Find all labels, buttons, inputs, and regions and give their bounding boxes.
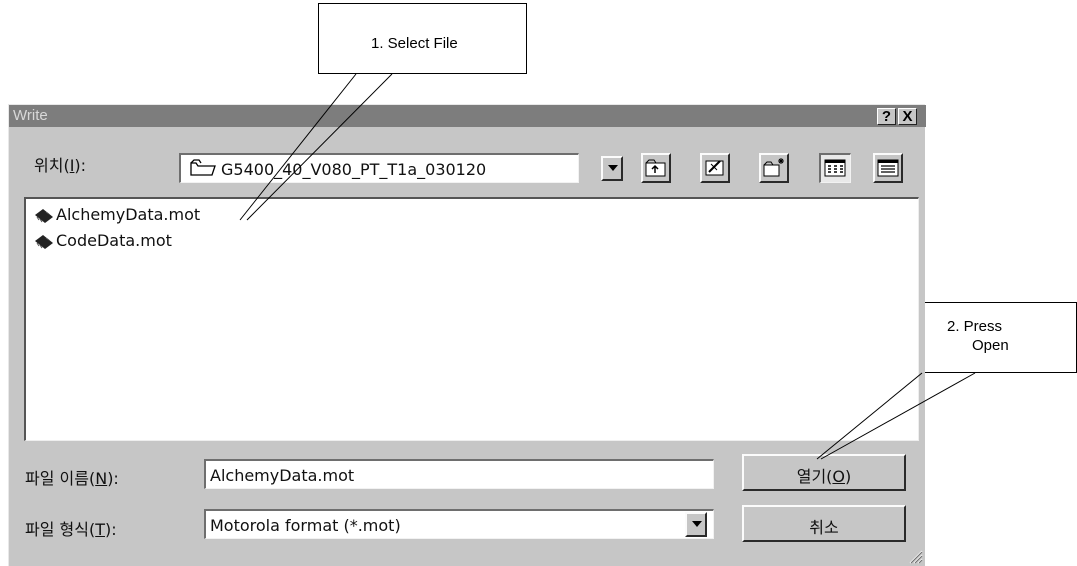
filename-input[interactable]: AlchemyData.mot [204, 459, 714, 489]
select-file-callout-text: 1. Select File [371, 35, 458, 52]
details-view-button[interactable] [873, 153, 903, 183]
list-view-icon [824, 159, 846, 177]
new-folder-button[interactable] [759, 153, 789, 183]
filetype-dropdown[interactable]: Motorola format (*.mot) [204, 509, 714, 539]
title-bar[interactable]: Write ? X [9, 105, 926, 127]
press-open-callout-line2: Open [972, 337, 1009, 354]
cancel-button-label: 취소 [809, 518, 839, 537]
resize-grip-icon[interactable] [907, 548, 923, 564]
location-dropdown-arrow[interactable] [601, 156, 623, 181]
file-name: AlchemyData.mot [56, 205, 201, 224]
filetype-label: 파일 형식(T): [25, 520, 117, 539]
cancel-button[interactable]: 취소 [742, 505, 906, 542]
dialog-title: Write [13, 107, 48, 124]
location-value: G5400_40_V080_PT_T1a_030120 [221, 160, 487, 179]
list-view-button[interactable] [819, 153, 851, 183]
select-file-callout: 1. Select File [318, 3, 527, 74]
press-open-callout-line1: 2. Press [947, 318, 1003, 335]
up-folder-icon [645, 159, 666, 177]
details-view-icon [877, 159, 899, 177]
file-name: CodeData.mot [56, 231, 172, 250]
location-label: 위치(I): [34, 156, 87, 175]
filename-label: 파일 이름(N): [25, 469, 119, 488]
desktop-icon [705, 160, 724, 176]
close-button[interactable]: X [898, 108, 917, 125]
write-dialog: Write ? X 위치(I): G5400_40_V080_PT_T1a_03… [8, 104, 926, 566]
open-button-label: 열기(O) [796, 467, 852, 486]
help-button[interactable]: ? [877, 108, 896, 125]
new-folder-icon [763, 158, 784, 177]
file-list[interactable]: AlchemyData.mot CodeData.mot [24, 197, 919, 441]
folder-icon [190, 159, 216, 176]
filename-value: AlchemyData.mot [210, 466, 355, 485]
module-file-icon [35, 235, 53, 249]
open-button[interactable]: 열기(O) [742, 454, 906, 491]
desktop-button[interactable] [700, 153, 730, 183]
module-file-icon [35, 209, 53, 223]
location-dropdown[interactable]: G5400_40_V080_PT_T1a_030120 [179, 153, 623, 183]
filetype-dropdown-arrow[interactable] [685, 512, 707, 537]
up-one-level-button[interactable] [641, 153, 671, 183]
filetype-value: Motorola format (*.mot) [210, 516, 401, 535]
